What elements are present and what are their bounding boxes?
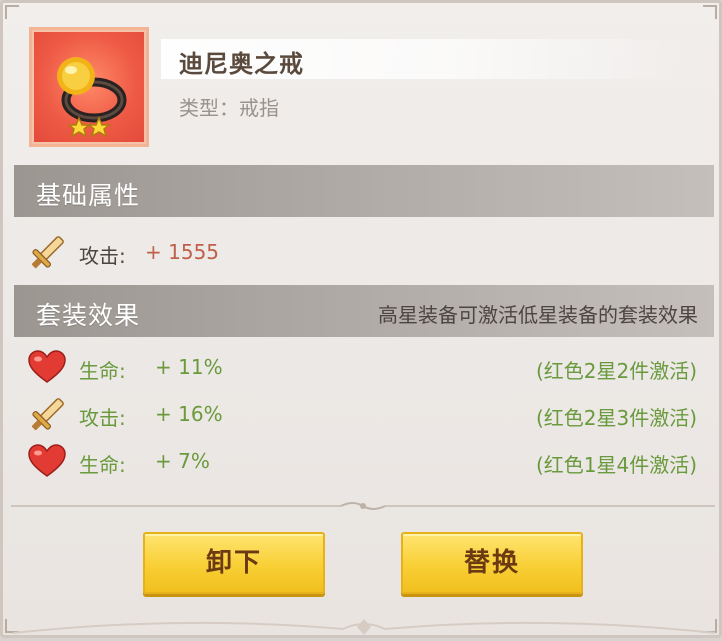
effect-label: 生命: [79,453,126,477]
stat-label: 攻击: [79,244,126,268]
panel-corner [703,5,717,19]
heart-icon [27,350,67,386]
base-attributes-header: 基础属性 [14,165,714,217]
set-effects-note: 高星装备可激活低星装备的套装效果 [378,303,698,327]
effect-condition: (红色2星3件激活) [535,406,697,430]
effect-label: 生命: [79,359,126,383]
equipment-detail-panel: 迪尼奥之戒 类型：戒指 基础属性 攻击: + 1555 套装效果 高星装备可激活… [0,0,722,638]
sword-icon [27,235,67,271]
effect-value: + 16% [155,402,223,426]
item-name: 迪尼奥之戒 [179,50,304,78]
panel-corner [5,5,19,19]
base-stat-row: 攻击: + 1555 [27,235,707,271]
bottom-ornament [12,619,716,635]
section-title: 套装效果 [36,301,141,330]
item-type-value: 戒指 [239,96,279,120]
effect-value: + 11% [155,355,223,379]
replace-button[interactable]: 替换 [401,532,583,594]
sword-icon [27,397,67,433]
gold-ring-icon [57,57,127,138]
effect-value: + 7% [155,449,210,473]
stat-value: + 1555 [145,240,220,264]
set-effect-row: 生命: + 7% (红色1星4件激活) [27,444,707,480]
effect-label: 攻击: [79,406,126,430]
effect-condition: (红色2星2件激活) [535,359,697,383]
set-effect-row: 生命: + 11% (红色2星2件激活) [27,350,707,386]
item-type-row: 类型：戒指 [179,92,279,121]
set-effect-row: 攻击: + 16% (红色2星3件激活) [27,397,707,433]
set-effects-header: 套装效果 高星装备可激活低星装备的套装效果 [14,285,714,337]
ornament-divider [11,502,715,510]
heart-icon [27,444,67,480]
unequip-button[interactable]: 卸下 [143,532,325,594]
item-icon-frame [29,27,149,147]
item-type-label: 类型： [179,96,239,120]
section-title: 基础属性 [36,181,141,210]
effect-condition: (红色1星4件激活) [535,453,697,477]
